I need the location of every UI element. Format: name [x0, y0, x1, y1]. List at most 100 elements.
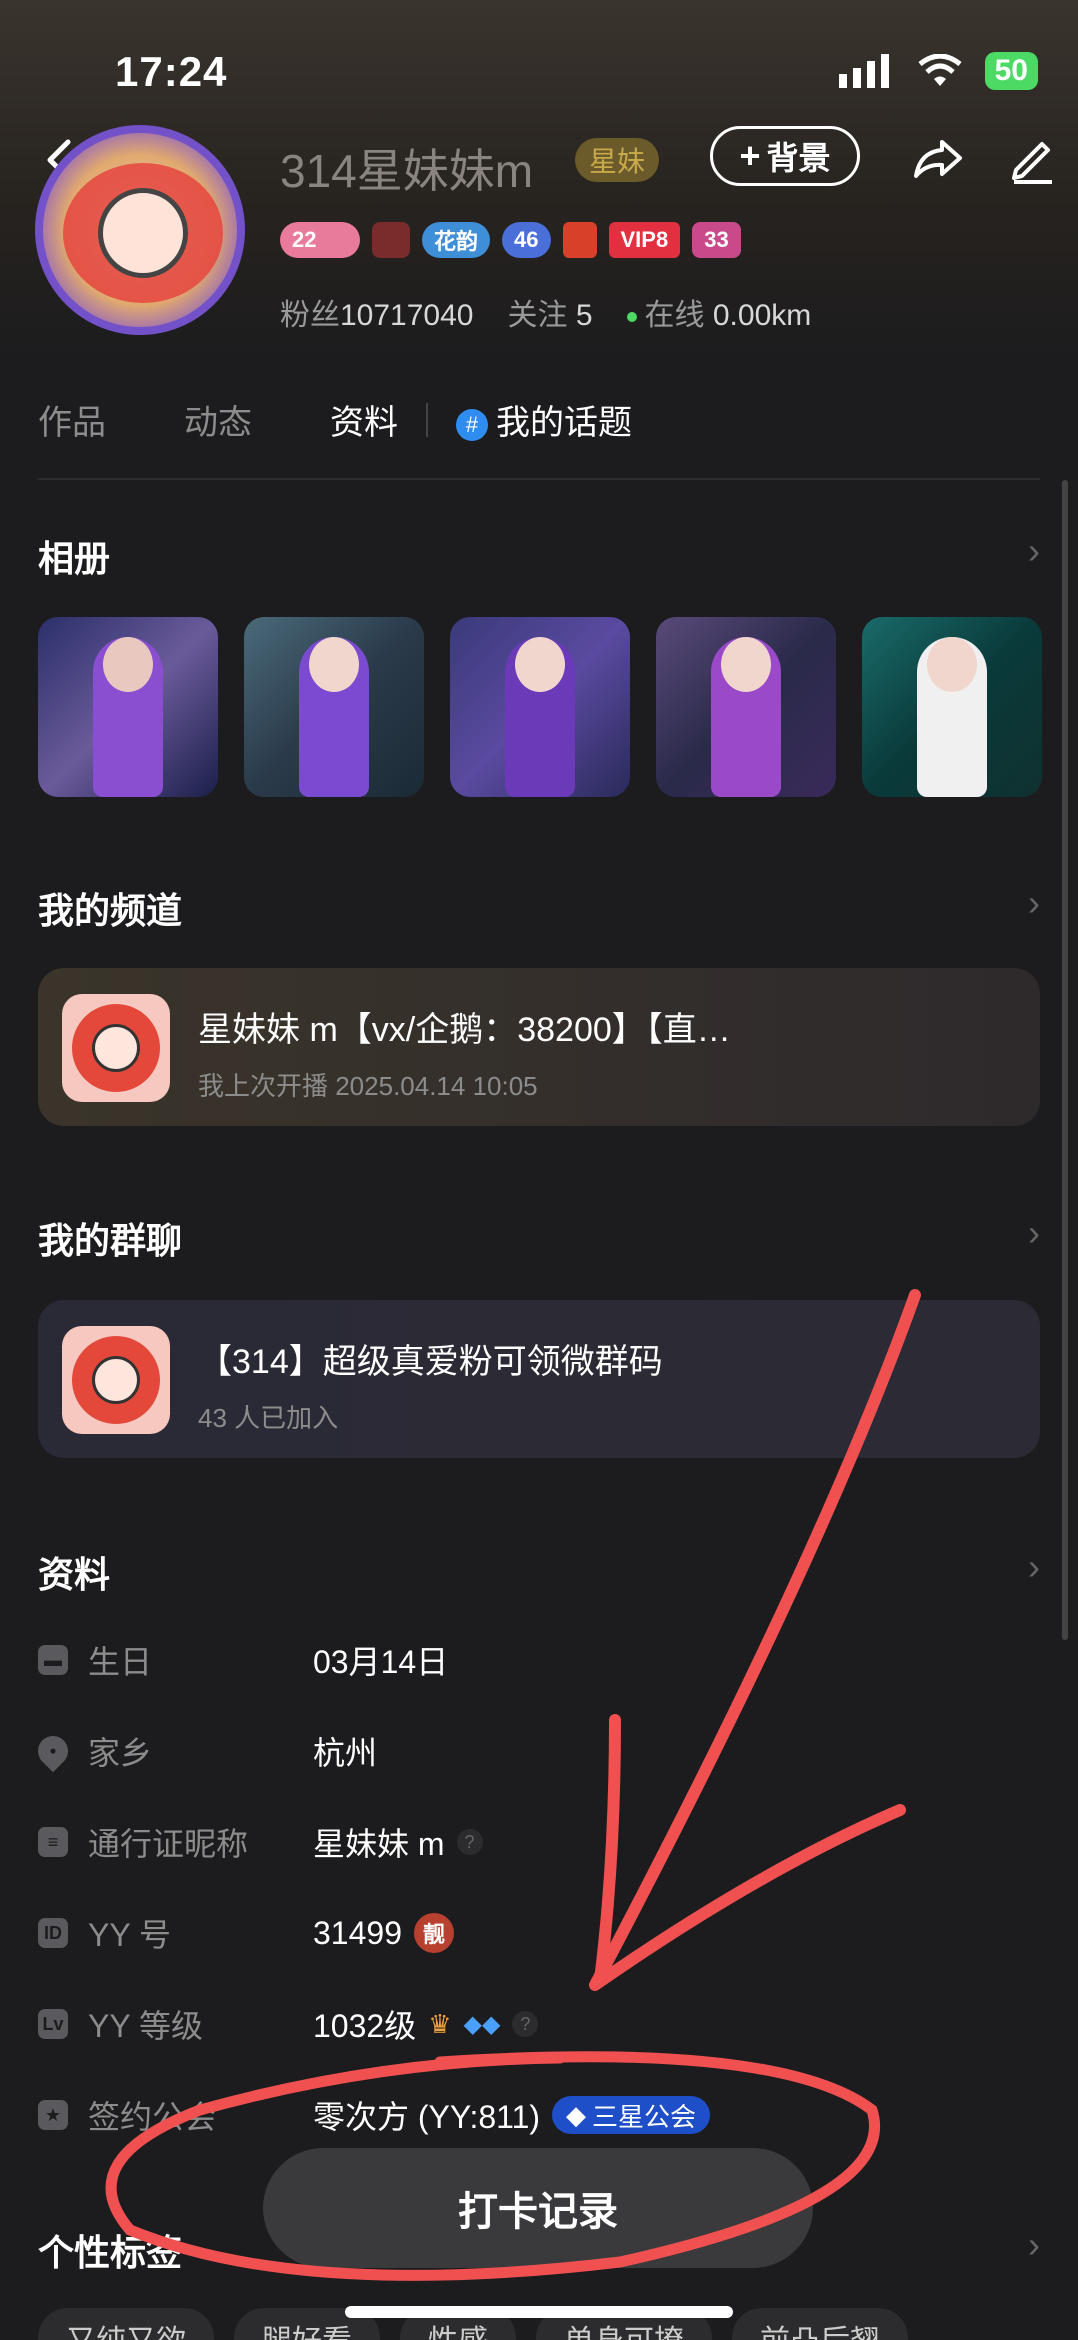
- plus-icon: +: [739, 135, 761, 176]
- info-label: 家乡: [88, 1735, 153, 1771]
- guild-rank-label: 三星公会: [592, 2101, 697, 2132]
- help-icon[interactable]: ?: [512, 2011, 539, 2037]
- personal-tags-title[interactable]: 个性标签: [38, 2224, 182, 2276]
- channel-last-live: 我上次开播 2025.04.14 10:05: [198, 1071, 538, 1101]
- guild-rank-badge[interactable]: ◆ 三星公会: [552, 2096, 711, 2134]
- edit-icon[interactable]: [1002, 128, 1062, 188]
- group-chevron-icon[interactable]: ›: [1028, 1212, 1040, 1254]
- album-photo[interactable]: [38, 617, 218, 797]
- info-label: YY 号: [88, 1917, 172, 1953]
- album-title[interactable]: 相册: [38, 530, 110, 582]
- share-icon[interactable]: [908, 128, 968, 188]
- tabs-divider-line: [38, 478, 1040, 480]
- follow-count: 5: [575, 299, 593, 332]
- distance: 0.00km: [712, 299, 812, 332]
- channel-chevron-icon[interactable]: ›: [1028, 882, 1040, 924]
- photo-head: [515, 637, 565, 692]
- album-photo[interactable]: [656, 617, 836, 797]
- info-label: 生日: [88, 1644, 153, 1680]
- tag-chip[interactable]: 又纯又欲: [38, 2308, 214, 2340]
- info-value: 杭州: [313, 1735, 378, 1771]
- online-dot: [626, 312, 637, 323]
- photo-head: [721, 637, 771, 692]
- tag-chip[interactable]: 前凸后翘: [732, 2308, 908, 2340]
- status-bar: 17:24 50: [0, 0, 1078, 130]
- diamond-icon: ◆: [566, 2099, 587, 2130]
- avatar-face: [92, 1356, 140, 1404]
- background-button[interactable]: + 背景: [710, 126, 860, 186]
- info-row-yy-id: ID YY 号 31499 靓: [38, 1903, 1040, 1963]
- info-row-yy-level: Lv YY 等级 1032级 ♛ ◆◆?: [38, 1994, 1040, 2054]
- shield-badge[interactable]: [372, 222, 410, 258]
- tab-topics[interactable]: # 我的话题: [456, 395, 632, 444]
- nickname-tag: 星妹: [575, 138, 660, 182]
- shield-icon: ★: [38, 2100, 68, 2130]
- channel-title[interactable]: 我的频道: [38, 882, 182, 934]
- channel-avatar: [62, 994, 170, 1102]
- flame-badge[interactable]: [562, 222, 597, 258]
- photo-head: [927, 637, 977, 692]
- fans-label: 粉丝: [280, 299, 340, 332]
- home-indicator[interactable]: [345, 2306, 733, 2318]
- cake-icon: ▬: [38, 1645, 68, 1675]
- id-icon: ID: [38, 1918, 68, 1948]
- wifi-icon: [918, 54, 962, 86]
- album-photo[interactable]: [450, 617, 630, 797]
- info-row-hometown: • 家乡 杭州: [31, 1721, 1040, 1781]
- group-name: 【314】超级真爱粉可领微群码: [198, 1343, 663, 1381]
- info-value: 零次方 (YY:811) ◆ 三星公会: [313, 2092, 711, 2138]
- info-value: 1032级 ♛ ◆◆?: [313, 2001, 539, 2047]
- help-icon[interactable]: ?: [456, 1829, 483, 1855]
- avatar[interactable]: [35, 125, 245, 335]
- group-title[interactable]: 我的群聊: [38, 1212, 182, 1264]
- fans-count: 10717040: [340, 299, 474, 332]
- tab-divider: [426, 402, 428, 437]
- avatar-face: [92, 1024, 140, 1072]
- fan-club-badge[interactable]: 花韵: [422, 222, 491, 258]
- diamond-icon: ◆◆: [463, 2010, 501, 2038]
- tab-moments[interactable]: 动态: [184, 395, 252, 444]
- channel-card[interactable]: 星妹妹 m【vx/企鹅：38200】【直… 我上次开播 2025.04.14 1…: [38, 968, 1040, 1126]
- photo-head: [309, 637, 359, 692]
- info-chevron-icon[interactable]: ›: [1028, 1546, 1040, 1588]
- vip-badge[interactable]: VIP8: [608, 222, 681, 258]
- album-photo[interactable]: [862, 617, 1042, 797]
- album-photo[interactable]: [244, 617, 424, 797]
- badge-row: 22 花韵 46 VIP8 33: [280, 222, 741, 258]
- tab-topics-label: 我的话题: [496, 404, 632, 442]
- fans-stat[interactable]: 粉丝10717040: [280, 290, 473, 334]
- passport-nick-value: 星妹妹 m: [313, 1826, 445, 1862]
- status-time: 17:24: [115, 48, 228, 95]
- guild-value: 零次方 (YY:811): [313, 2099, 541, 2135]
- info-value: 03月14日: [313, 1644, 449, 1680]
- info-value: 星妹妹 m?: [313, 1819, 483, 1865]
- channel-name: 星妹妹 m【vx/企鹅：38200】【直…: [198, 1011, 731, 1049]
- group-members: 43 人已加入: [198, 1403, 339, 1433]
- yy-id-value: 31499: [313, 1914, 402, 1951]
- tab-info[interactable]: 资料: [330, 395, 398, 444]
- online-status: 在线 0.00km: [626, 290, 812, 334]
- background-button-label: 背景: [766, 140, 831, 176]
- level-icon: Lv: [38, 2009, 68, 2039]
- crown-icon: ♛: [428, 2008, 452, 2039]
- scrollbar[interactable]: [1062, 480, 1068, 1640]
- noble-badge[interactable]: 46: [502, 222, 551, 258]
- personal-tags-chevron-icon[interactable]: ›: [1028, 2224, 1040, 2266]
- album-chevron-icon[interactable]: ›: [1028, 530, 1040, 572]
- info-title[interactable]: 资料: [38, 1546, 110, 1598]
- photo-head: [103, 637, 153, 692]
- level-badge[interactable]: 22: [280, 222, 360, 258]
- follow-stat[interactable]: 关注 5: [507, 290, 592, 334]
- id-card-icon: ≡: [38, 1827, 68, 1857]
- online-label: 在线: [644, 299, 705, 332]
- group-card[interactable]: 【314】超级真爱粉可领微群码 43 人已加入: [38, 1300, 1040, 1458]
- heart-badge[interactable]: 33: [692, 222, 741, 258]
- checkin-record-button[interactable]: 打卡记录: [263, 2148, 813, 2268]
- info-label: 通行证昵称: [88, 1826, 249, 1862]
- battery-indicator: 50: [984, 52, 1038, 90]
- signal-icon: [838, 54, 889, 88]
- info-row-birthday: ▬ 生日 03月14日: [38, 1630, 1040, 1690]
- hashtag-icon: #: [456, 409, 488, 442]
- profile-tabs: 作品 动态 资料 # 我的话题: [38, 395, 710, 444]
- tab-works[interactable]: 作品: [38, 395, 106, 444]
